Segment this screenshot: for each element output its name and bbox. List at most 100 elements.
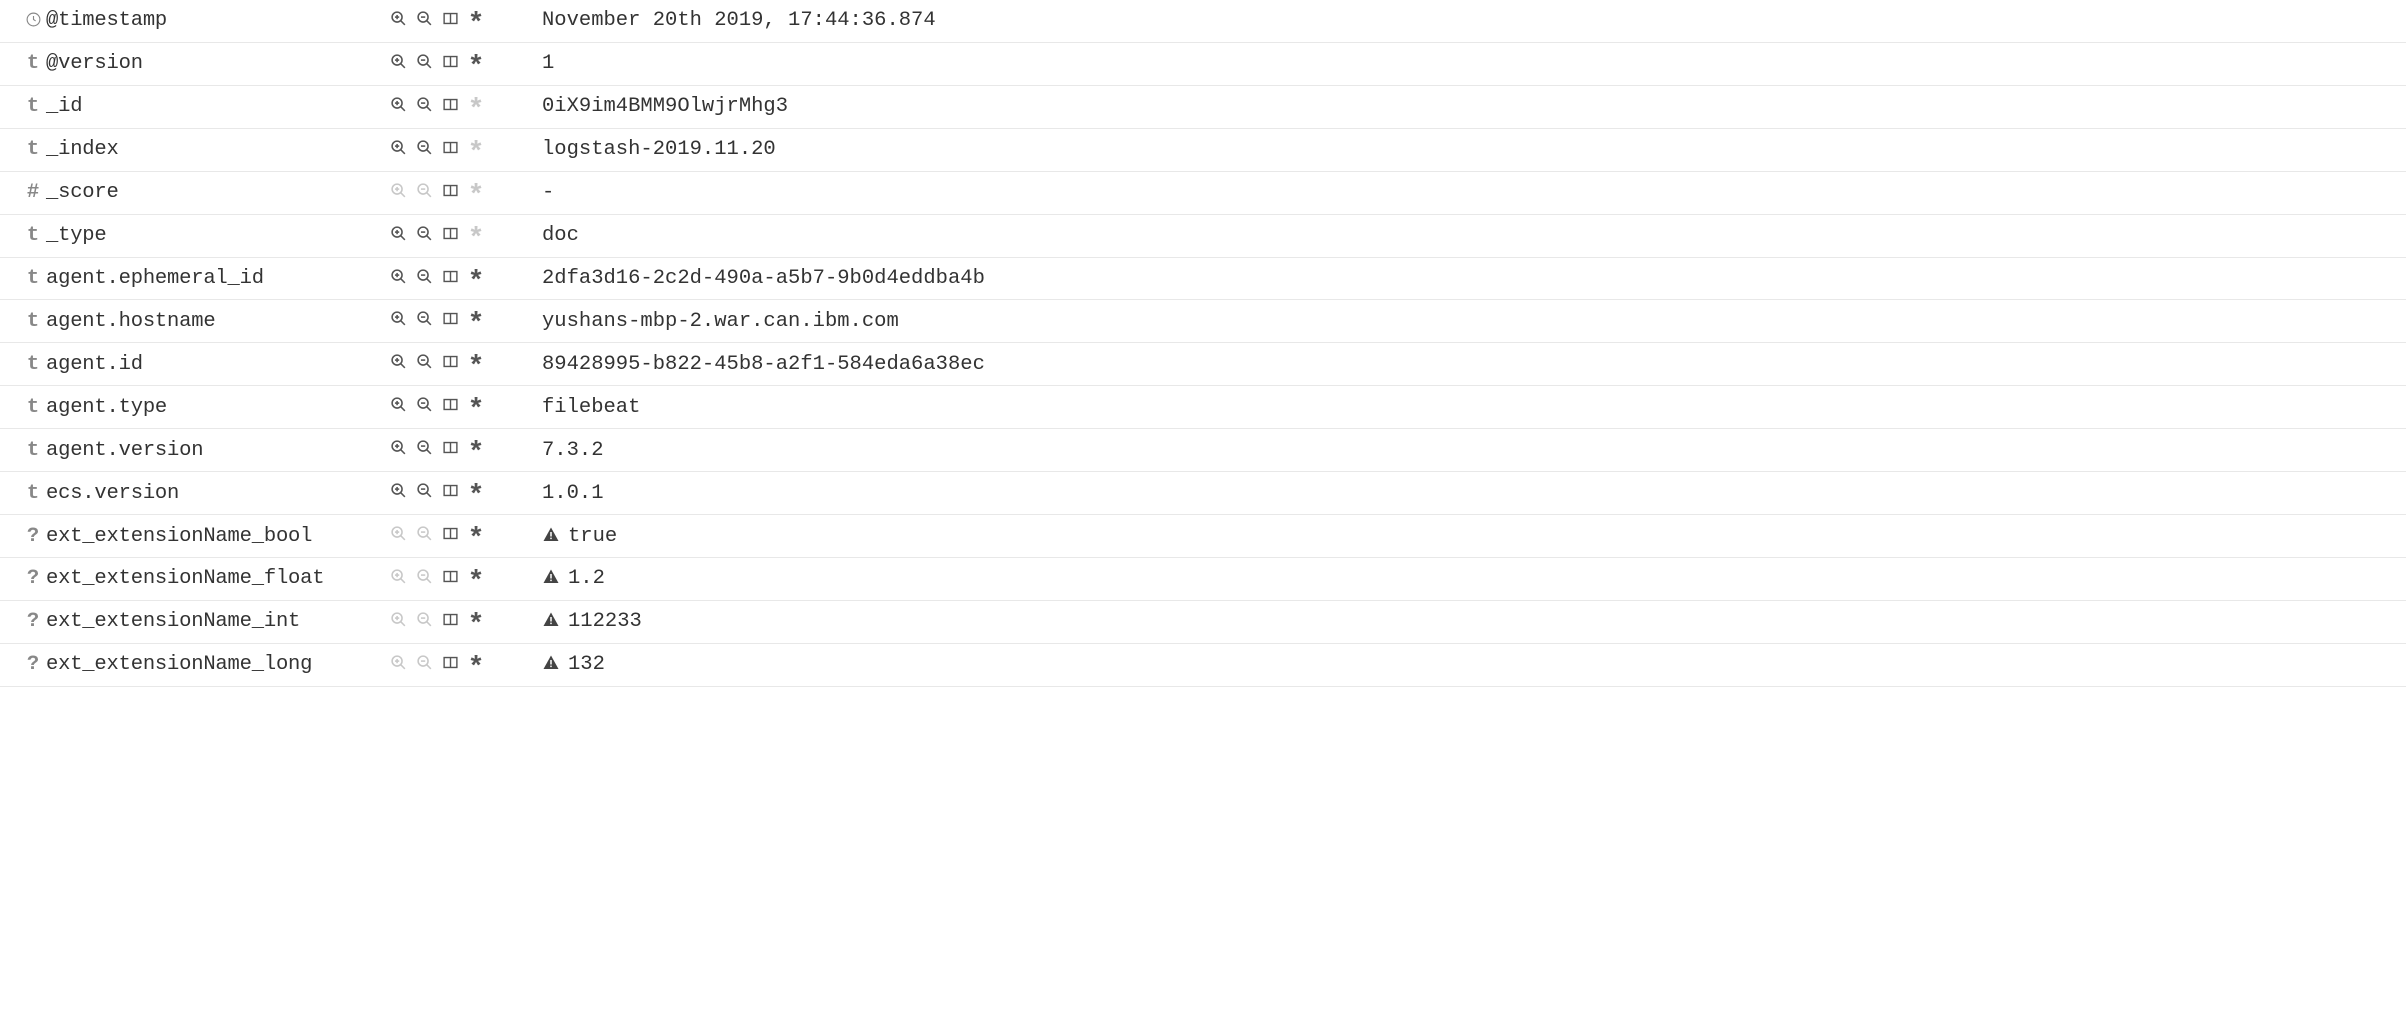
filter-out-value-icon [412, 610, 436, 633]
filter-out-value-icon[interactable] [412, 95, 436, 118]
field-value-text: 1.0.1 [542, 482, 604, 505]
field-value: - [536, 171, 2406, 214]
filter-for-value-icon [386, 524, 410, 547]
exists-filter-icon[interactable]: * [464, 481, 488, 504]
filter-out-value-icon[interactable] [412, 309, 436, 332]
filter-for-value-icon[interactable] [386, 395, 410, 418]
field-type-badge: t [0, 300, 46, 343]
toggle-column-icon[interactable] [438, 567, 462, 590]
field-name: agent.id [46, 343, 386, 386]
filter-for-value-icon[interactable] [386, 138, 410, 161]
filter-out-value-icon[interactable] [412, 352, 436, 375]
exists-filter-icon[interactable]: * [464, 9, 488, 32]
field-name: agent.hostname [46, 300, 386, 343]
filter-out-value-icon[interactable] [412, 52, 436, 75]
field-value-text: 2dfa3d16-2c2d-490a-a5b7-9b0d4eddba4b [542, 267, 985, 290]
field-value: 132 [536, 643, 2406, 686]
field-actions: * [386, 515, 536, 558]
field-value: logstash-2019.11.20 [536, 128, 2406, 171]
toggle-column-icon[interactable] [438, 52, 462, 75]
field-value-text: true [568, 525, 617, 548]
filter-for-value-icon[interactable] [386, 352, 410, 375]
toggle-column-icon[interactable] [438, 653, 462, 676]
field-name: agent.version [46, 429, 386, 472]
field-value-text: - [542, 181, 554, 204]
field-value: 1 [536, 42, 2406, 85]
exists-filter-icon[interactable]: * [464, 52, 488, 75]
exists-filter-icon: * [464, 138, 488, 161]
field-actions: * [386, 300, 536, 343]
exists-filter-icon[interactable]: * [464, 610, 488, 633]
field-value-text: filebeat [542, 396, 640, 419]
filter-for-value-icon[interactable] [386, 481, 410, 504]
toggle-column-icon[interactable] [438, 481, 462, 504]
field-actions: * [386, 257, 536, 300]
field-row: ?ext_extensionName_bool*true [0, 515, 2406, 558]
field-actions: * [386, 343, 536, 386]
filter-out-value-icon[interactable] [412, 9, 436, 32]
field-type-badge: t [0, 42, 46, 85]
field-name: _score [46, 171, 386, 214]
exists-filter-icon[interactable]: * [464, 524, 488, 547]
filter-for-value-icon[interactable] [386, 95, 410, 118]
field-name: agent.type [46, 386, 386, 429]
field-type-badge: ? [0, 515, 46, 558]
toggle-column-icon[interactable] [438, 352, 462, 375]
filter-out-value-icon[interactable] [412, 481, 436, 504]
filter-out-value-icon[interactable] [412, 395, 436, 418]
filter-for-value-icon[interactable] [386, 224, 410, 247]
exists-filter-icon: * [464, 95, 488, 118]
field-type-badge: t [0, 85, 46, 128]
field-row: ?ext_extensionName_int*112233 [0, 600, 2406, 643]
field-value: 89428995-b822-45b8-a2f1-584eda6a38ec [536, 343, 2406, 386]
exists-filter-icon[interactable]: * [464, 309, 488, 332]
warning-icon [542, 567, 560, 590]
filter-for-value-icon[interactable] [386, 52, 410, 75]
field-row: @timestamp*November 20th 2019, 17:44:36.… [0, 0, 2406, 42]
filter-for-value-icon[interactable] [386, 267, 410, 290]
field-type-badge: # [0, 171, 46, 214]
filter-out-value-icon [412, 653, 436, 676]
field-type-badge: ? [0, 557, 46, 600]
exists-filter-icon: * [464, 181, 488, 204]
exists-filter-icon[interactable]: * [464, 567, 488, 590]
toggle-column-icon[interactable] [438, 9, 462, 32]
toggle-column-icon[interactable] [438, 224, 462, 247]
filter-out-value-icon [412, 567, 436, 590]
exists-filter-icon[interactable]: * [464, 653, 488, 676]
exists-filter-icon[interactable]: * [464, 395, 488, 418]
filter-for-value-icon[interactable] [386, 309, 410, 332]
filter-out-value-icon[interactable] [412, 224, 436, 247]
document-fields-table: @timestamp*November 20th 2019, 17:44:36.… [0, 0, 2406, 687]
field-value: yushans-mbp-2.war.can.ibm.com [536, 300, 2406, 343]
field-type-badge: t [0, 472, 46, 515]
field-actions: * [386, 42, 536, 85]
field-row: t@version*1 [0, 42, 2406, 85]
field-actions: * [386, 643, 536, 686]
exists-filter-icon[interactable]: * [464, 438, 488, 461]
exists-filter-icon: * [464, 224, 488, 247]
toggle-column-icon[interactable] [438, 309, 462, 332]
toggle-column-icon[interactable] [438, 267, 462, 290]
field-actions: * [386, 557, 536, 600]
field-row: t_type*doc [0, 214, 2406, 257]
toggle-column-icon[interactable] [438, 438, 462, 461]
field-name: @timestamp [46, 0, 386, 42]
toggle-column-icon[interactable] [438, 610, 462, 633]
filter-out-value-icon[interactable] [412, 438, 436, 461]
filter-out-value-icon[interactable] [412, 138, 436, 161]
clock-icon [25, 9, 42, 32]
toggle-column-icon[interactable] [438, 395, 462, 418]
filter-for-value-icon[interactable] [386, 438, 410, 461]
toggle-column-icon[interactable] [438, 95, 462, 118]
filter-for-value-icon[interactable] [386, 9, 410, 32]
filter-out-value-icon[interactable] [412, 267, 436, 290]
toggle-column-icon[interactable] [438, 524, 462, 547]
field-name: ecs.version [46, 472, 386, 515]
exists-filter-icon[interactable]: * [464, 267, 488, 290]
field-value-text: 1 [542, 52, 554, 75]
toggle-column-icon[interactable] [438, 181, 462, 204]
exists-filter-icon[interactable]: * [464, 352, 488, 375]
field-value-text: 1.2 [568, 567, 605, 590]
toggle-column-icon[interactable] [438, 138, 462, 161]
